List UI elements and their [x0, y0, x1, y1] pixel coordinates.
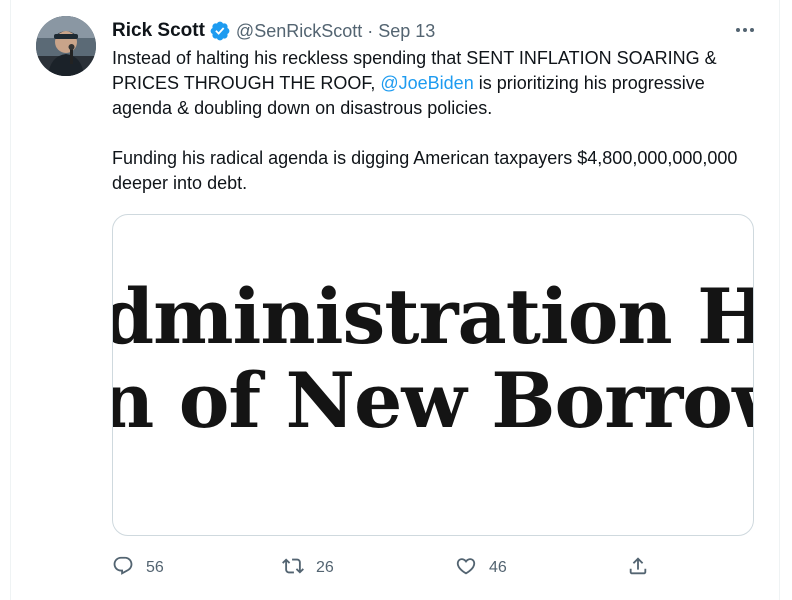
reply-icon	[112, 555, 134, 582]
tweet-header: Rick Scott @SenRickScott · Sep 13	[112, 18, 435, 44]
verified-badge-icon	[209, 20, 231, 42]
retweet-icon	[282, 555, 304, 582]
like-count: 46	[489, 559, 507, 576]
separator-dot: ·	[367, 20, 374, 41]
media-text-line-2: n of New Borrowi	[113, 356, 753, 445]
retweet-count: 26	[316, 559, 334, 576]
tweet-media-image[interactable]: dministration H n of New Borrowi	[112, 214, 754, 536]
reply-button[interactable]: 56	[112, 552, 164, 584]
tweet-date[interactable]: Sep 13	[378, 21, 435, 42]
tweet-paragraph-1: Instead of halting his reckless spending…	[112, 46, 762, 121]
like-button[interactable]: 46	[455, 552, 507, 584]
author-handle[interactable]: @SenRickScott	[236, 21, 362, 42]
more-options-icon[interactable]	[733, 20, 757, 40]
tweet-text: Instead of halting his reckless spending…	[112, 46, 762, 196]
reply-count: 56	[146, 559, 164, 576]
tweet-card[interactable]: Rick Scott @SenRickScott · Sep 13 Instea…	[10, 0, 780, 600]
tweet-paragraph-2: Funding his radical agenda is digging Am…	[112, 148, 738, 193]
author-display-name[interactable]: Rick Scott	[112, 20, 205, 42]
avatar[interactable]	[36, 16, 96, 76]
heart-icon	[455, 555, 477, 582]
tweet-actions: 56 26 46	[112, 552, 672, 584]
mention-link[interactable]: @JoeBiden	[380, 73, 473, 93]
retweet-button[interactable]: 26	[282, 552, 334, 584]
share-button[interactable]	[627, 552, 649, 584]
avatar-photo	[36, 16, 96, 76]
share-icon	[627, 555, 649, 582]
media-text-line-1: dministration H	[112, 272, 754, 361]
